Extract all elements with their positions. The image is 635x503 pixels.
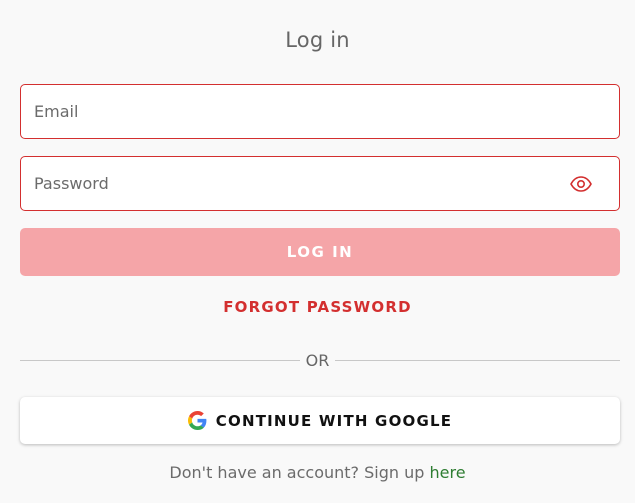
continue-with-google-button[interactable]: CONTINUE WITH GOOGLE bbox=[20, 397, 620, 444]
divider-or-label: OR bbox=[0, 351, 635, 370]
login-button[interactable]: LOG IN bbox=[20, 228, 620, 276]
forgot-password-link[interactable]: FORGOT PASSWORD bbox=[0, 298, 635, 316]
signup-prompt: Don't have an account? Sign up here bbox=[0, 463, 635, 482]
google-logo-icon bbox=[187, 411, 207, 430]
google-button-label: CONTINUE WITH GOOGLE bbox=[215, 411, 453, 430]
login-page: Log in LOG IN FORGOT PASSWORD OR CONTINU… bbox=[0, 0, 635, 503]
password-field[interactable] bbox=[20, 156, 620, 211]
email-input[interactable] bbox=[21, 85, 619, 138]
email-field[interactable] bbox=[20, 84, 620, 139]
page-title: Log in bbox=[285, 28, 350, 52]
eye-icon[interactable] bbox=[569, 174, 593, 194]
signup-text: Don't have an account? Sign up bbox=[169, 463, 425, 482]
signup-here-link[interactable]: here bbox=[430, 463, 466, 482]
password-input[interactable] bbox=[21, 157, 619, 210]
divider-label: OR bbox=[299, 351, 336, 370]
